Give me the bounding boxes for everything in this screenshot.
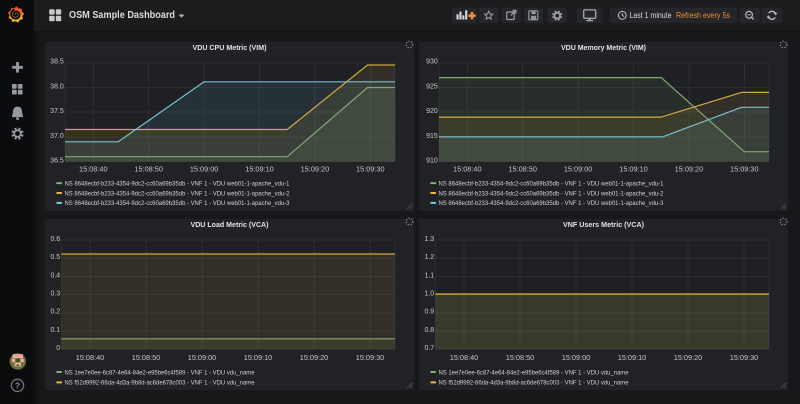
svg-text:15:08:40: 15:08:40: [453, 167, 482, 174]
svg-text:0.2: 0.2: [50, 309, 60, 316]
svg-text:915: 915: [426, 133, 438, 140]
svg-text:930: 930: [426, 59, 438, 66]
svg-text:15:08:40: 15:08:40: [79, 167, 108, 174]
svg-text:OSM Sample Dashboard: OSM Sample Dashboard: [69, 9, 175, 21]
svg-text:0.9: 0.9: [424, 309, 434, 316]
svg-text:0.6: 0.6: [50, 236, 60, 243]
svg-text:15:08:50: 15:08:50: [132, 355, 161, 362]
svg-text:15:09:20: 15:09:20: [301, 167, 330, 174]
svg-text:NS 8648ecbf-b233-4354-9dc2-cc6: NS 8648ecbf-b233-4354-9dc2-cc60a69b35db …: [439, 180, 664, 187]
svg-text:0: 0: [56, 345, 60, 352]
svg-text:NS f52d9992-66da-4d3a-9b8d-ac6: NS f52d9992-66da-4d3a-9b8d-ac6de678c003 …: [65, 380, 255, 387]
svg-text:NS 8648ecbf-b233-4354-9dc2-cc6: NS 8648ecbf-b233-4354-9dc2-cc60a69b35db …: [65, 180, 290, 187]
svg-text:15:09:10: 15:09:10: [244, 355, 273, 362]
svg-text:15:09:30: 15:09:30: [730, 167, 759, 174]
svg-text:15:09:10: 15:09:10: [245, 167, 274, 174]
svg-text:37.5: 37.5: [50, 108, 64, 115]
svg-text:NS 1ee7e0ee-6c87-4e64-84e2-e95: NS 1ee7e0ee-6c87-4e64-84e2-e95be6c4f589 …: [65, 369, 255, 376]
svg-text:VNF Users Metric (VCA): VNF Users Metric (VCA): [563, 220, 644, 229]
svg-text:920: 920: [426, 108, 438, 115]
svg-text:NS 1ee7e0ee-6c87-4e64-84e2-e95: NS 1ee7e0ee-6c87-4e64-84e2-e95be6c4f589 …: [439, 369, 629, 376]
svg-text:NS 8648ecbf-b233-4354-9dc2-cc6: NS 8648ecbf-b233-4354-9dc2-cc60a69b35db …: [439, 190, 664, 197]
svg-text:NS 8648ecbf-b233-4354-9dc2-cc6: NS 8648ecbf-b233-4354-9dc2-cc60a69b35db …: [65, 190, 290, 197]
svg-text:1.2: 1.2: [424, 254, 434, 261]
svg-text:15:08:50: 15:08:50: [134, 167, 163, 174]
svg-text:0.1: 0.1: [50, 327, 60, 334]
svg-text:Refresh every 5s: Refresh every 5s: [676, 11, 730, 20]
svg-text:15:08:40: 15:08:40: [76, 355, 105, 362]
svg-text:0.5: 0.5: [50, 254, 60, 261]
svg-text:1.1: 1.1: [424, 272, 434, 279]
svg-text:38.0: 38.0: [50, 83, 64, 90]
svg-text:15:09:00: 15:09:00: [190, 167, 219, 174]
svg-text:0.8: 0.8: [424, 327, 434, 334]
svg-text:VDU CPU Metric (VIM): VDU CPU Metric (VIM): [193, 43, 267, 52]
svg-text:15:09:20: 15:09:20: [674, 355, 703, 362]
svg-text:0.7: 0.7: [424, 345, 434, 352]
svg-text:15:08:40: 15:08:40: [450, 355, 479, 362]
svg-text:15:09:20: 15:09:20: [675, 167, 704, 174]
svg-text:38.5: 38.5: [50, 59, 64, 66]
svg-text:Last 1 minute: Last 1 minute: [630, 11, 672, 20]
svg-text:1.3: 1.3: [424, 236, 434, 243]
svg-text:925: 925: [426, 83, 438, 90]
svg-text:15:09:00: 15:09:00: [564, 167, 593, 174]
svg-text:NS 8648ecbf-b233-4354-9dc2-cc6: NS 8648ecbf-b233-4354-9dc2-cc60a69b35db …: [65, 200, 290, 207]
svg-text:VDU Memory Metric (VIM): VDU Memory Metric (VIM): [561, 43, 646, 52]
svg-text:15:09:30: 15:09:30: [730, 355, 759, 362]
svg-text:15:09:00: 15:09:00: [188, 355, 217, 362]
svg-text:37.0: 37.0: [50, 133, 64, 140]
svg-text:15:09:00: 15:09:00: [562, 355, 591, 362]
svg-text:0.3: 0.3: [50, 291, 60, 298]
svg-text:15:08:50: 15:08:50: [508, 167, 537, 174]
svg-text:1.0: 1.0: [424, 291, 434, 298]
svg-text:NS f52d9992-66da-4d3a-9b8d-ac6: NS f52d9992-66da-4d3a-9b8d-ac6de678c003 …: [439, 380, 629, 387]
svg-text:VDU Load Metric (VCA): VDU Load Metric (VCA): [191, 220, 269, 229]
svg-text:?: ?: [15, 381, 20, 391]
svg-text:15:08:50: 15:08:50: [506, 355, 535, 362]
svg-text:15:09:20: 15:09:20: [300, 355, 329, 362]
svg-text:NS 8648ecbf-b233-4354-9dc2-cc6: NS 8648ecbf-b233-4354-9dc2-cc60a69b35db …: [439, 200, 664, 207]
svg-text:15:09:30: 15:09:30: [356, 355, 385, 362]
svg-text:0.4: 0.4: [50, 272, 60, 279]
svg-text:15:09:10: 15:09:10: [619, 167, 648, 174]
svg-text:15:09:10: 15:09:10: [618, 355, 647, 362]
svg-text:36.5: 36.5: [50, 158, 64, 165]
svg-text:15:09:30: 15:09:30: [356, 167, 385, 174]
svg-text:910: 910: [426, 158, 438, 165]
